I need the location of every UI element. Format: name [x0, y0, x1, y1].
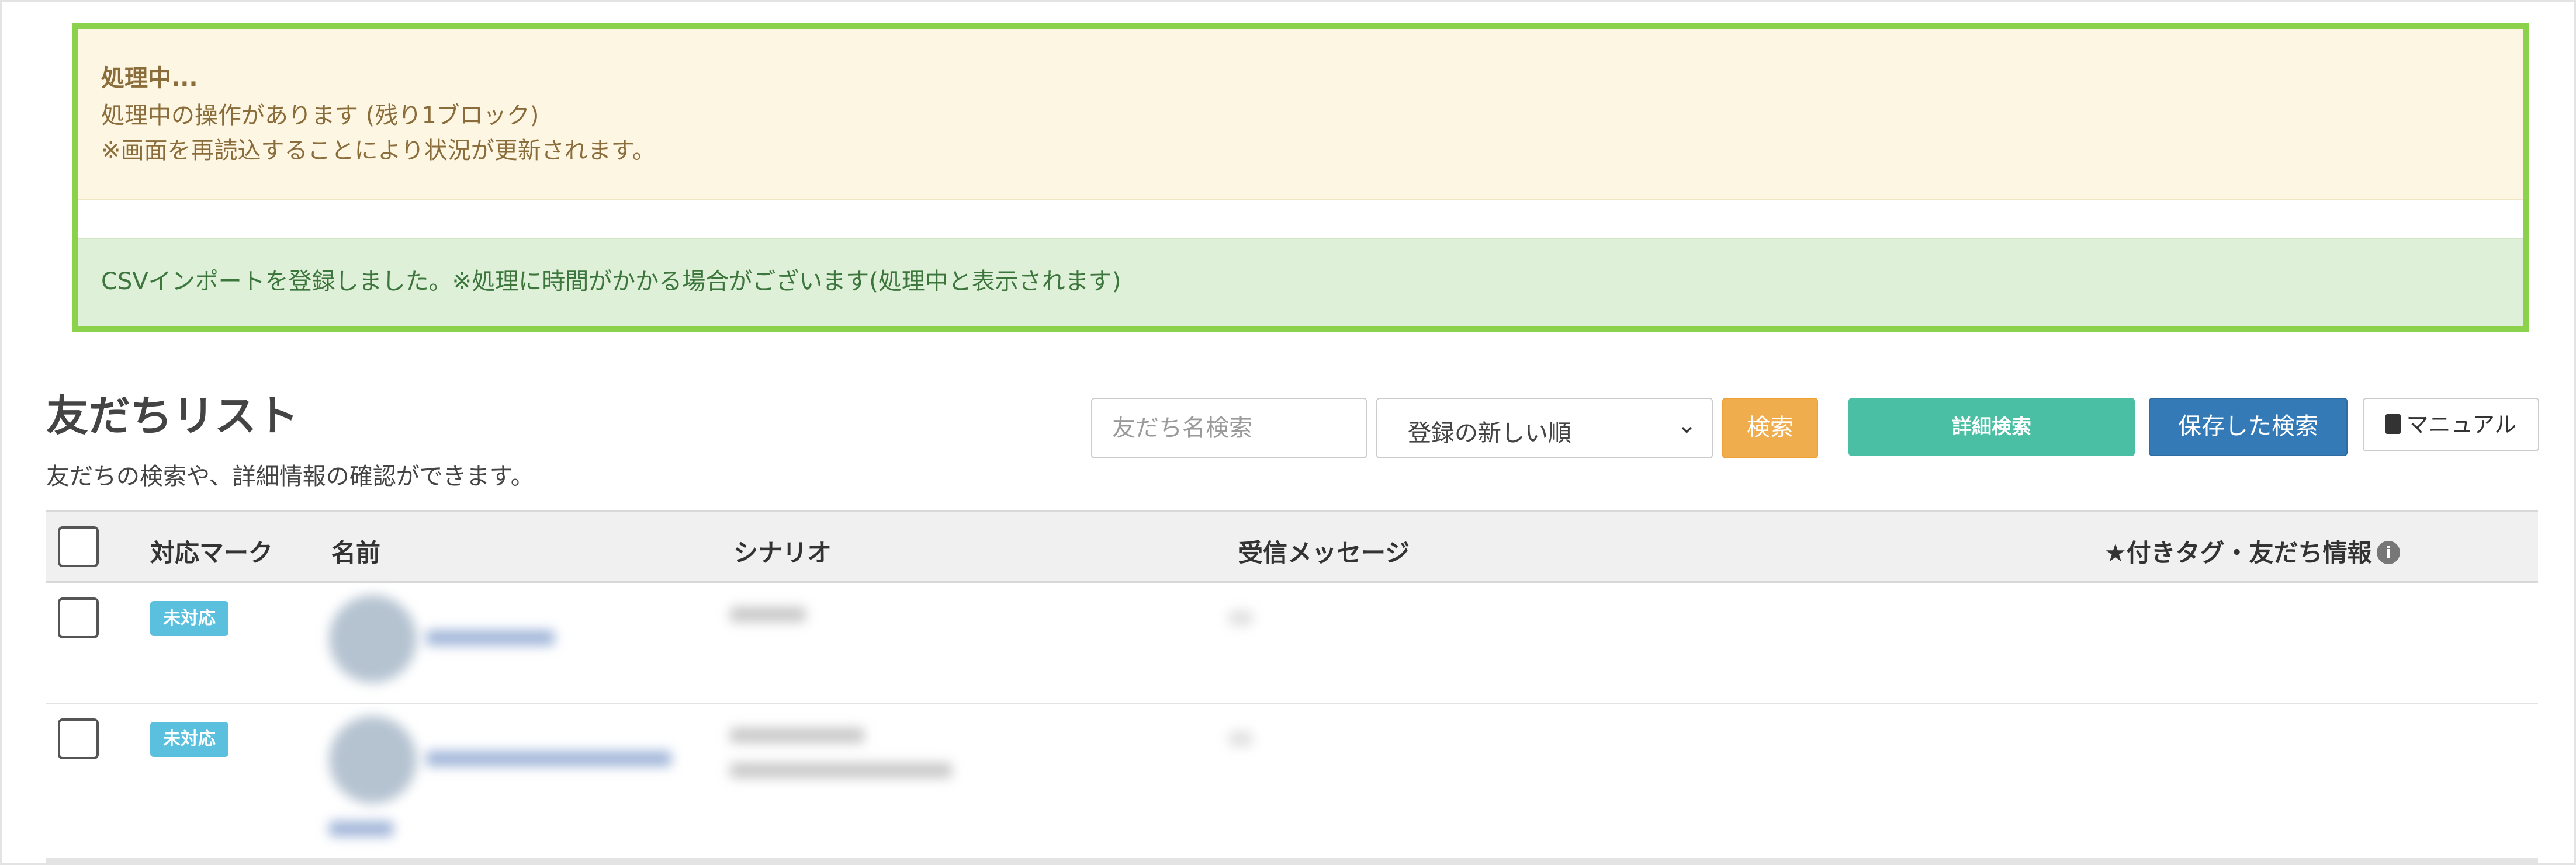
- table-row[interactable]: 未対応: [46, 583, 2538, 704]
- import-success-message: CSVインポートを登録しました。※処理に時間がかかる場合がございます(処理中と表…: [101, 268, 1121, 295]
- friend-name-redacted[interactable]: [426, 751, 671, 766]
- column-status-mark: 対応マーク: [150, 539, 273, 567]
- column-received-message: 受信メッセージ: [1238, 539, 1410, 567]
- sort-order-select[interactable]: 登録の新しい順 ⌄: [1376, 398, 1713, 458]
- sort-order-value: 登録の新しい順: [1408, 420, 1571, 447]
- scenario-redacted: [730, 728, 864, 743]
- table-row[interactable]: 未対応: [46, 704, 2538, 860]
- table-header: 対応マーク 名前 シナリオ 受信メッセージ ★付きタグ・友だち情報 i: [46, 510, 2538, 583]
- friend-name-redacted-2: [329, 821, 393, 836]
- column-tags: ★付きタグ・友だち情報 i: [2104, 533, 2400, 569]
- info-icon[interactable]: i: [2376, 540, 2400, 564]
- scenario-detail-redacted: [730, 763, 952, 778]
- manual-button[interactable]: マニュアル: [2363, 398, 2539, 451]
- notice-highlight-box: 処理中... 処理中の操作があります (残り1ブロック) ※画面を再読込すること…: [72, 23, 2529, 332]
- saved-search-button[interactable]: 保存した検索: [2149, 398, 2348, 456]
- scenario-redacted: [730, 607, 806, 622]
- column-scenario: シナリオ: [733, 539, 832, 567]
- column-name: 名前: [331, 539, 381, 567]
- book-icon: [2385, 414, 2401, 434]
- status-badge[interactable]: 未対応: [150, 601, 228, 636]
- message-redacted: [1229, 731, 1252, 746]
- message-redacted: [1229, 610, 1252, 626]
- processing-alert: 処理中... 処理中の操作があります (残り1ブロック) ※画面を再読込すること…: [78, 29, 2523, 200]
- friend-name-search-input[interactable]: [1091, 398, 1367, 458]
- processing-remaining: 処理中の操作があります (残り1ブロック): [101, 102, 539, 129]
- processing-hint: ※画面を再読込することにより状況が更新されます。: [101, 137, 656, 164]
- avatar[interactable]: [329, 595, 417, 683]
- row-checkbox[interactable]: [58, 597, 99, 638]
- import-success-alert: CSVインポートを登録しました。※処理に時間がかかる場合がございます(処理中と表…: [78, 238, 2523, 326]
- friend-name-redacted[interactable]: [426, 630, 555, 645]
- page-subtitle: 友だちの検索や、詳細情報の確認ができます。: [46, 463, 534, 490]
- row-checkbox[interactable]: [58, 718, 99, 759]
- table-bottom-border: [46, 858, 2538, 864]
- page-title: 友だちリスト: [46, 391, 299, 440]
- processing-title: 処理中...: [101, 65, 198, 92]
- page-frame: 処理中... 処理中の操作があります (残り1ブロック) ※画面を再読込すること…: [0, 0, 2576, 865]
- chevron-down-icon: ⌄: [1677, 412, 1696, 439]
- select-all-checkbox[interactable]: [58, 526, 99, 567]
- detail-search-button[interactable]: 詳細検索: [1848, 398, 2135, 456]
- avatar[interactable]: [329, 716, 417, 804]
- friends-table: 対応マーク 名前 シナリオ 受信メッセージ ★付きタグ・友だち情報 i 未対応 未…: [46, 510, 2538, 860]
- status-badge[interactable]: 未対応: [150, 722, 228, 757]
- manual-button-label: マニュアル: [2406, 412, 2517, 437]
- search-button[interactable]: 検索: [1722, 398, 1818, 458]
- column-tags-label: ★付きタグ・友だち情報: [2104, 539, 2372, 567]
